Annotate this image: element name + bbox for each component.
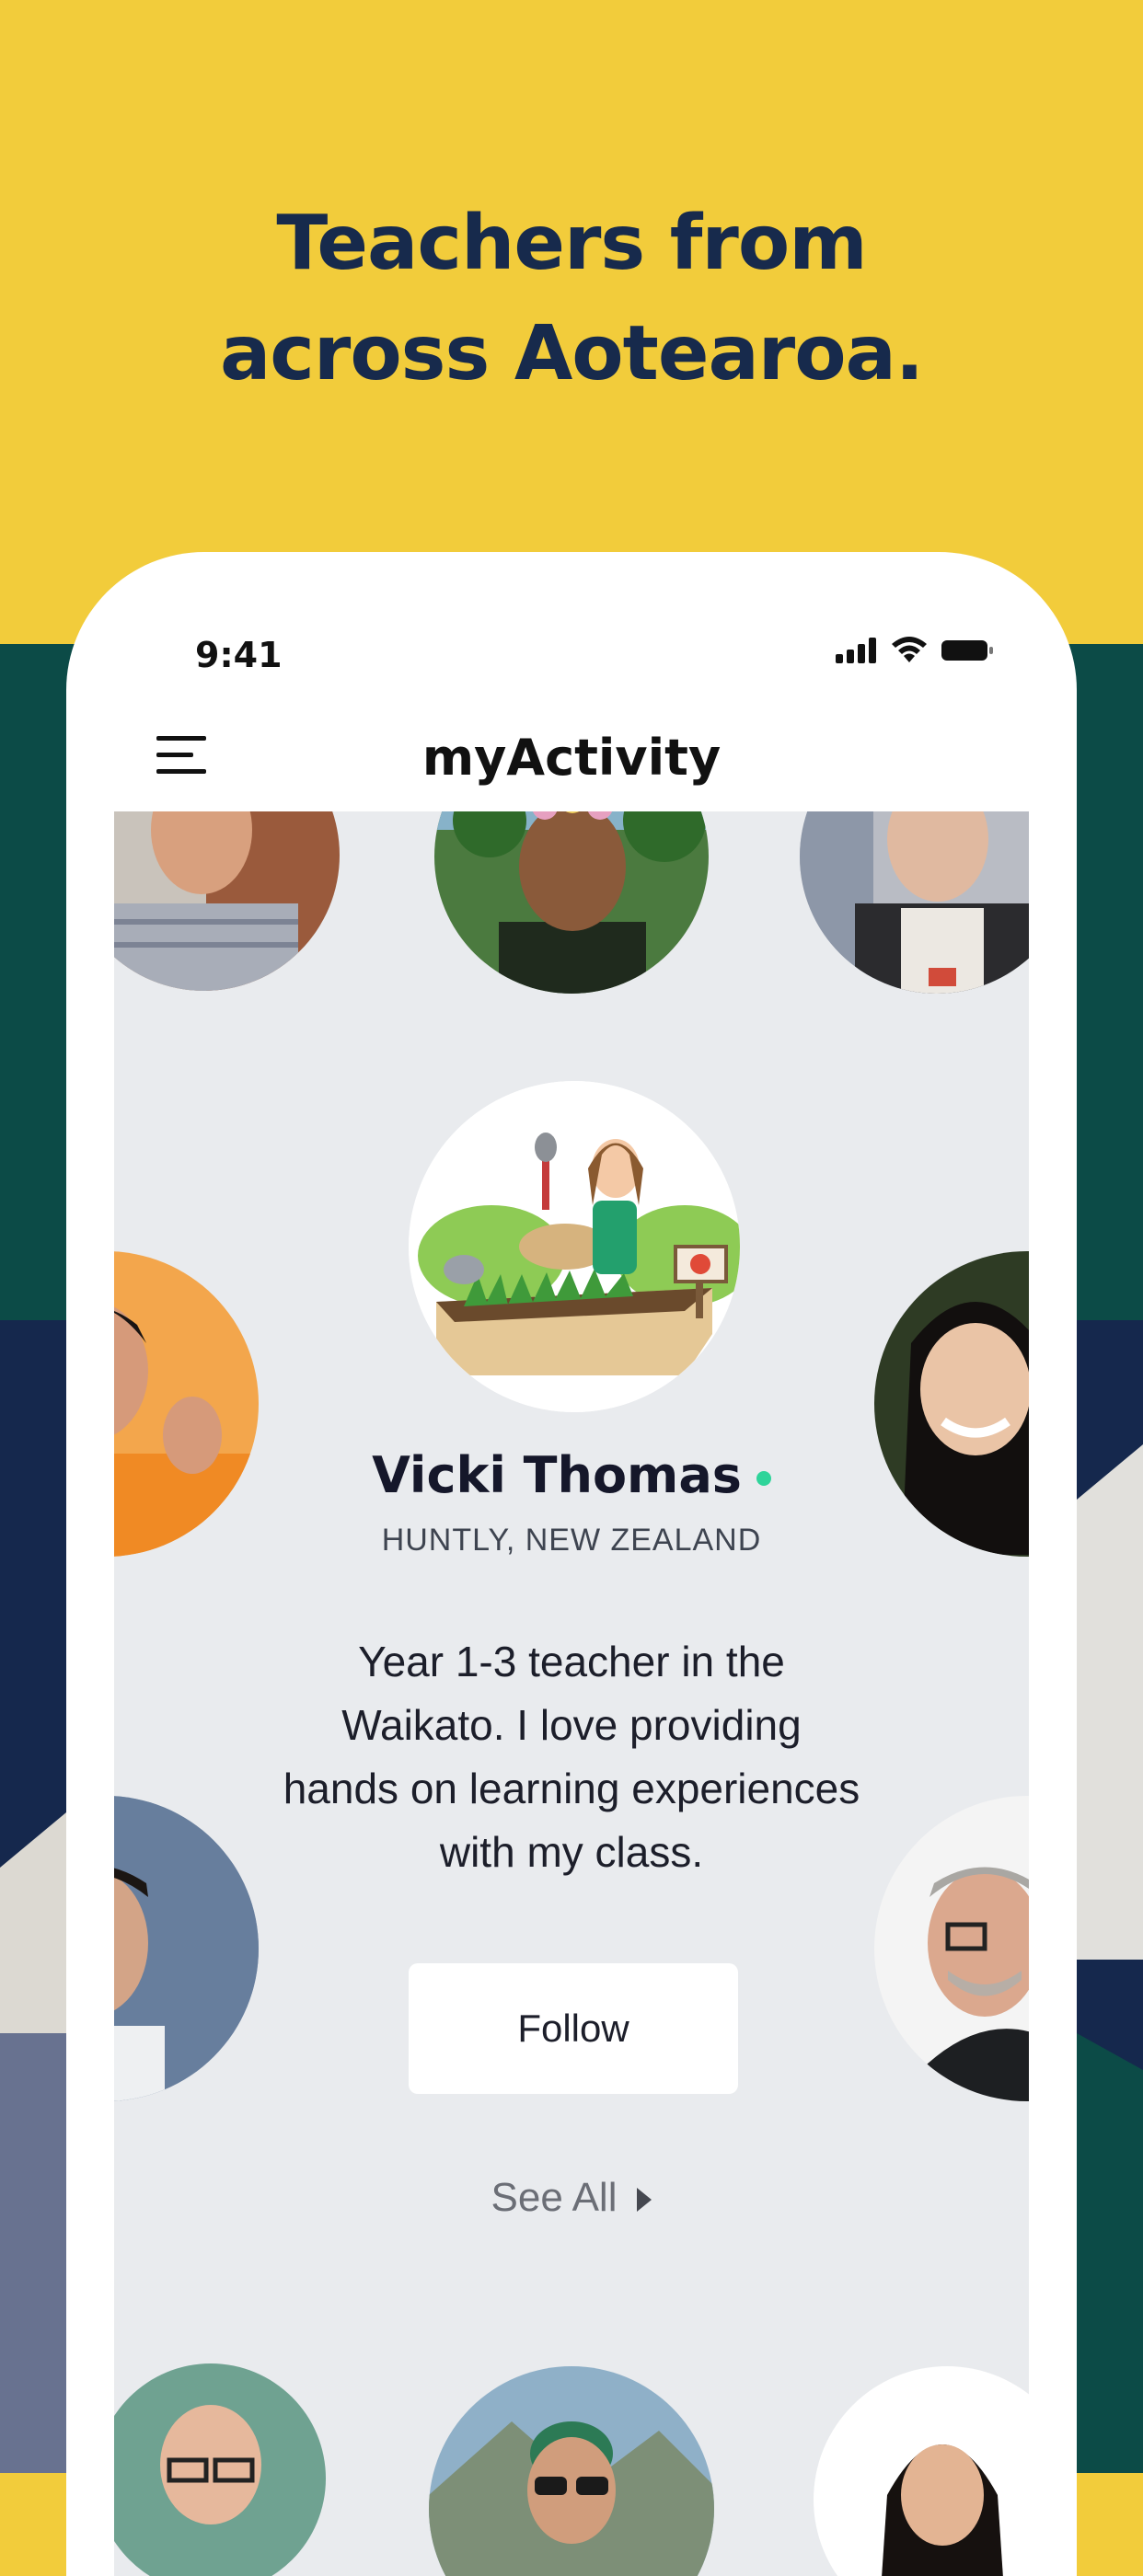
battery-icon xyxy=(941,640,993,661)
headline-line-2: across Aotearoa. xyxy=(219,310,924,397)
profile-screen: Vicki Thomas HUNTLY, NEW ZEALAND Year 1-… xyxy=(114,811,1029,2576)
chevron-right-icon xyxy=(637,2188,652,2213)
profile-name-row: Vicki Thomas xyxy=(114,1446,1029,1504)
nav-bar: myActivity xyxy=(66,718,1077,811)
profile-bio: Year 1-3 teacher in the Waikato. I love … xyxy=(283,1638,860,1876)
app-title: myActivity xyxy=(421,729,722,787)
signal-icon xyxy=(836,638,876,663)
wifi-icon xyxy=(892,637,927,662)
status-time: 9:41 xyxy=(195,635,283,675)
teacher-avatar[interactable] xyxy=(429,2366,714,2576)
follow-button[interactable]: Follow xyxy=(409,1963,738,2094)
teacher-avatar[interactable] xyxy=(800,811,1029,994)
profile-avatar xyxy=(409,1081,740,1412)
teacher-avatar[interactable] xyxy=(114,811,340,991)
profile-location: HUNTLY, NEW ZEALAND xyxy=(381,1523,762,1558)
see-all-label: See All xyxy=(491,2175,618,2220)
phone-frame: 9:41 myActivity Vicki Thomas HUNTLY, NEW… xyxy=(66,552,1077,2576)
teacher-avatar[interactable] xyxy=(874,1796,1029,2101)
teacher-avatar[interactable] xyxy=(114,1251,259,1557)
online-status-dot xyxy=(756,1471,771,1487)
headline-line-1: Teachers from xyxy=(276,200,867,287)
teacher-avatar[interactable] xyxy=(114,1796,259,2101)
status-icons xyxy=(836,637,994,664)
teacher-avatar[interactable] xyxy=(874,1251,1029,1557)
teacher-avatar[interactable] xyxy=(814,2366,1029,2576)
see-all-link[interactable]: See All xyxy=(114,2175,1029,2221)
teacher-avatar[interactable] xyxy=(114,2363,326,2576)
headline: Teachers from across Aotearoa. xyxy=(0,189,1143,409)
teacher-avatar[interactable] xyxy=(434,811,709,994)
profile-name: Vicki Thomas xyxy=(372,1446,742,1504)
